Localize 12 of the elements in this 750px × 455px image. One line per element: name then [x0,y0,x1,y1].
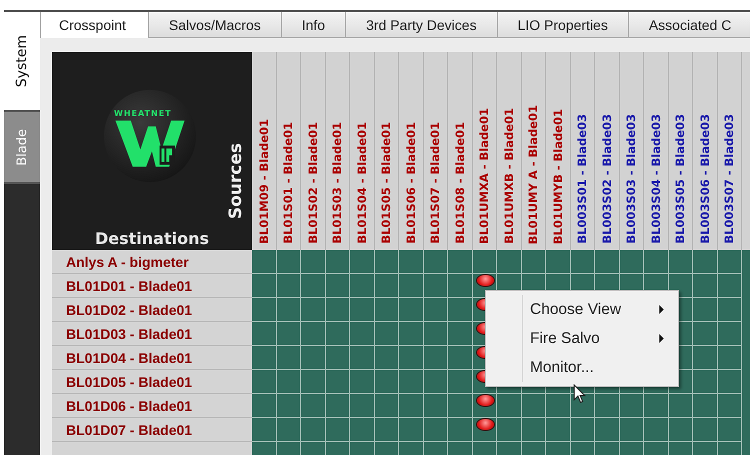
side-tab[interactable]: System [4,12,40,112]
tab[interactable]: 3rd Party Devices [345,12,497,38]
menu-item[interactable]: Choose View [486,295,678,324]
menu-item[interactable]: Fire Salvo [486,324,678,353]
sources-title: Sources [226,142,246,221]
tab[interactable]: Salvos/Macros [148,12,281,38]
tab[interactable]: LIO Properties [496,12,628,38]
tab[interactable]: Associated C [628,12,750,38]
destinations-title: Destinations [94,229,210,248]
menu-item[interactable]: Monitor... [486,353,678,382]
tab[interactable]: Info [280,12,346,38]
logo-wordmark: WHEATNET [114,109,172,118]
